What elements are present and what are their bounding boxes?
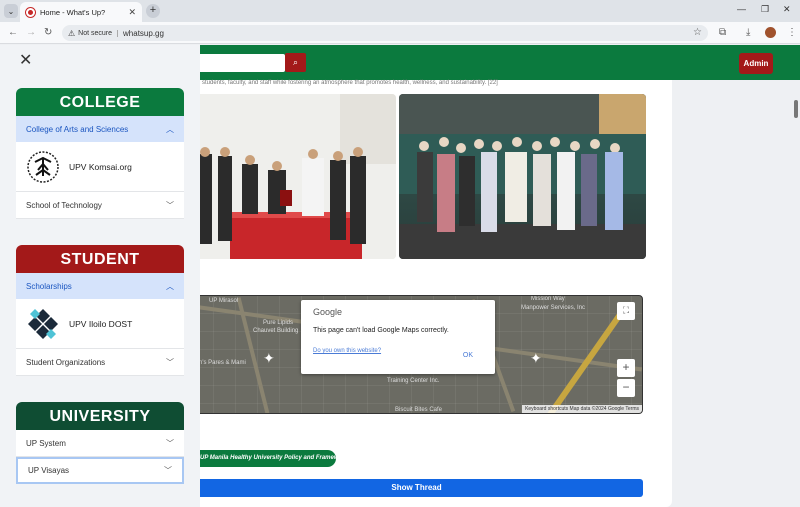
- map-label: Mission Way: [531, 296, 565, 302]
- accordion-label: College of Arts and Sciences: [26, 124, 129, 134]
- accordion-student-organizations[interactable]: Student Organizations ﹀: [16, 349, 184, 376]
- more-menu-icon[interactable]: ⋮: [787, 27, 797, 38]
- accordion-scholarships[interactable]: Scholarships ︿: [16, 273, 184, 299]
- college-heading: COLLEGE: [16, 88, 184, 116]
- dost-logo-icon: [28, 308, 58, 339]
- map-label: UP Mirasol: [209, 298, 239, 304]
- org-name: UPV Komsai.org: [69, 161, 132, 172]
- browser-toolbar: ← → ↻ ⚠ Not secure whatsup.gg ☆ ⧉ ⤓ ⋮: [0, 22, 800, 44]
- profile-avatar[interactable]: [765, 27, 776, 38]
- fullscreen-icon[interactable]: ⛶: [617, 302, 635, 320]
- map-attribution[interactable]: Keyboard shortcuts Map data ©2024 Google…: [522, 405, 642, 413]
- thread-content: students, faculty, and staff while foste…: [190, 80, 672, 507]
- map-label: Manpower Services, Inc: [521, 305, 586, 311]
- download-icon[interactable]: ⤓: [746, 27, 750, 38]
- chevron-down-icon: ﹀: [166, 357, 174, 367]
- post-photo-ceremony[interactable]: [190, 94, 396, 259]
- extensions-icon[interactable]: ⧉: [719, 27, 726, 38]
- ceremony-photo-image: [190, 94, 396, 259]
- reload-icon[interactable]: ↻: [44, 27, 52, 38]
- chevron-up-icon: ︿: [166, 124, 174, 134]
- map-label: Training Center Inc.: [387, 378, 440, 384]
- map-error-message: This page can't load Google Maps correct…: [313, 327, 449, 334]
- map-label: Biscuit Bites Cafe: [395, 407, 443, 413]
- college-card: COLLEGE College of Arts and Sciences ︿ U…: [16, 88, 184, 219]
- bookmark-star-icon[interactable]: ☆: [693, 27, 702, 38]
- new-tab-button[interactable]: +: [146, 4, 160, 18]
- chevron-down-icon: ﹀: [166, 200, 174, 210]
- map-error-dialog: Google This page can't load Google Maps …: [301, 300, 495, 374]
- org-name: UPV Iloilo DOST: [69, 318, 133, 329]
- zoom-out-button[interactable]: −: [617, 379, 635, 397]
- accordion-label: Student Organizations: [26, 357, 106, 367]
- page-scrollbar[interactable]: [794, 100, 798, 118]
- forward-icon[interactable]: →: [26, 27, 36, 38]
- tab-close-icon[interactable]: ✕: [128, 7, 136, 18]
- search-input[interactable]: [195, 54, 285, 72]
- student-heading: STUDENT: [16, 245, 184, 273]
- site-favicon-icon: [26, 7, 35, 17]
- sidebar-drawer: ✕ COLLEGE College of Arts and Sciences ︿…: [0, 45, 200, 507]
- own-website-link[interactable]: Do you own this website?: [313, 348, 483, 354]
- restore-icon[interactable]: ❐: [761, 4, 769, 15]
- accordion-up-system[interactable]: UP System ﹀: [16, 430, 184, 457]
- post-photo-group[interactable]: [399, 94, 646, 259]
- accordion-label: UP Visayas: [28, 466, 70, 475]
- admin-button[interactable]: Admin: [739, 53, 773, 74]
- map-marker-icon[interactable]: ✦: [263, 350, 275, 367]
- map-label: Chauvet Building: [253, 328, 299, 334]
- accordion-up-visayas[interactable]: UP Visayas ﹀: [16, 457, 184, 484]
- university-card: UNIVERSITY UP System ﹀ UP Visayas ﹀: [16, 402, 184, 484]
- accordion-school-of-technology[interactable]: School of Technology ﹀: [16, 192, 184, 219]
- back-icon[interactable]: ←: [8, 27, 18, 38]
- address-bar[interactable]: ⚠ Not secure whatsup.gg ☆: [62, 25, 708, 41]
- org-item-upv-iloilo-dost[interactable]: UPV Iloilo DOST: [16, 299, 184, 349]
- show-thread-button[interactable]: Show Thread: [190, 479, 643, 497]
- tag-pill[interactable]: UP Manila Healthy University Policy and …: [190, 450, 348, 467]
- google-map[interactable]: Mission Way Manpower Services, Inc Pure …: [190, 295, 643, 414]
- browser-tabbar: ⌄ Home - What's Up? ✕ + — ❐ ✕: [0, 0, 800, 22]
- komsai-logo-icon: [27, 150, 59, 183]
- accordion-label: School of Technology: [26, 200, 102, 210]
- minimize-icon[interactable]: —: [737, 4, 746, 14]
- chevron-up-icon: ︿: [166, 281, 174, 291]
- chevron-down-icon: ﹀: [164, 466, 172, 475]
- url-text[interactable]: whatsup.gg: [123, 29, 164, 38]
- warning-icon: ⚠: [68, 28, 76, 38]
- map-marker-icon[interactable]: ✦: [530, 350, 542, 367]
- google-logo: Google: [313, 307, 343, 317]
- post-text: students, faculty, and staff while foste…: [202, 80, 498, 86]
- accordion-label: Scholarships: [26, 281, 72, 291]
- dialog-ok-button[interactable]: OK: [463, 352, 473, 359]
- chevron-down-icon: ﹀: [166, 438, 174, 448]
- window-close-icon[interactable]: ✕: [783, 4, 791, 15]
- university-heading: UNIVERSITY: [16, 402, 184, 430]
- close-icon[interactable]: ✕: [19, 53, 32, 69]
- accordion-label: UP System: [26, 438, 66, 448]
- tab-title: Home - What's Up?: [40, 7, 106, 17]
- student-card: STUDENT Scholarships ︿ UPV Iloilo DOST S…: [16, 245, 184, 376]
- org-item-komsai[interactable]: UPV Komsai.org: [16, 142, 184, 192]
- group-photo-image: [399, 94, 646, 259]
- map-label: Pure Lipids: [263, 320, 294, 326]
- tab-search-icon[interactable]: ⌄: [4, 4, 18, 18]
- security-label[interactable]: Not secure: [78, 29, 119, 37]
- zoom-in-button[interactable]: +: [617, 359, 635, 377]
- search-button[interactable]: ⌕: [285, 53, 306, 72]
- search-icon: ⌕: [292, 57, 299, 67]
- browser-tab[interactable]: Home - What's Up? ✕: [20, 2, 142, 22]
- accordion-college-of-arts-and-sciences[interactable]: College of Arts and Sciences ︿: [16, 116, 184, 142]
